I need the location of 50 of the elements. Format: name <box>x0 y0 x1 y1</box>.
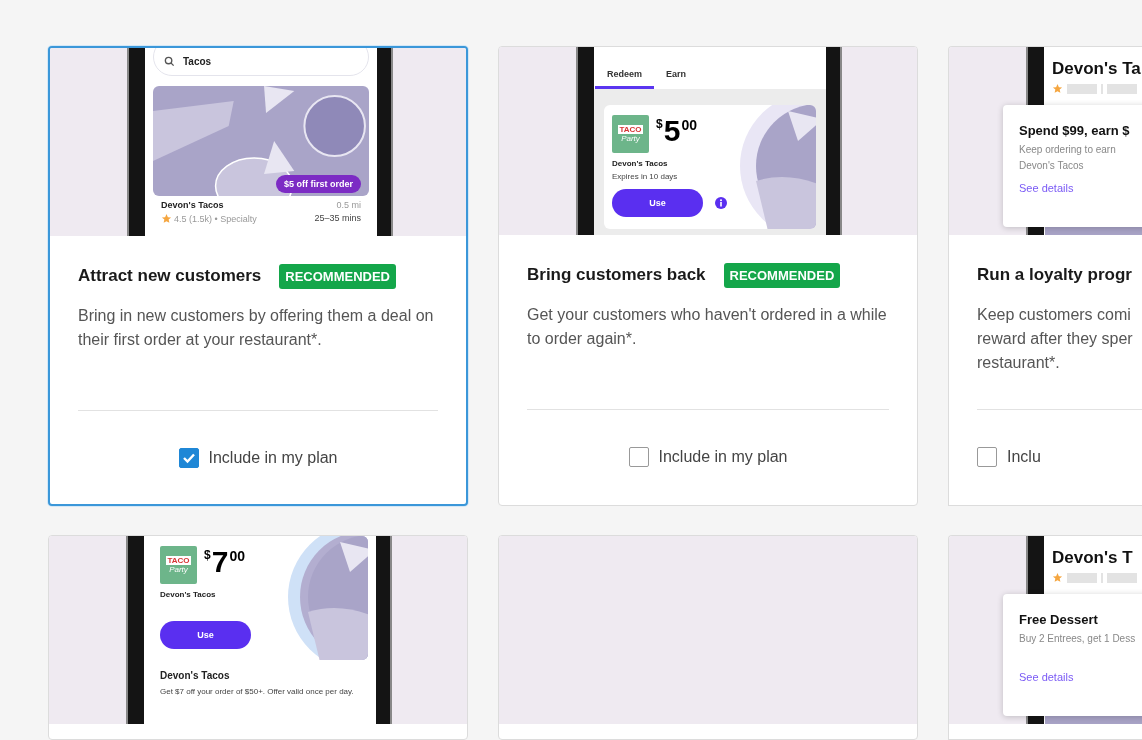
placeholder-bar <box>1107 572 1137 583</box>
card-title: Run a loyalty progr <box>977 265 1132 285</box>
checkbox[interactable] <box>178 448 199 468</box>
card-description: Keep customers comi reward after they sper restaurant*. <box>977 305 1134 373</box>
see-details-link[interactable]: See details <box>1019 182 1074 194</box>
app-tab[interactable]: Earn <box>654 69 699 89</box>
card-title: Bring customers back <box>527 265 706 285</box>
restaurant-name: Devon's Tacos <box>612 159 669 168</box>
card-description: Get your customers who haven't ordered in a while to order again*. <box>527 305 888 349</box>
restaurant-name: Devon's T <box>1051 547 1134 568</box>
star-icon <box>161 213 172 224</box>
card-title: Attract new customers <box>78 266 262 286</box>
checkbox-label: Include in my plan <box>208 449 338 467</box>
restaurant-name: Devon's Ta <box>1051 58 1142 79</box>
popup-text: Keep ordering to earn Devon's Tacos <box>1019 143 1117 173</box>
promo-badge: $5 off first order <box>276 175 361 193</box>
see-details-link[interactable]: See details <box>1019 671 1074 683</box>
plan-card[interactable]: Devon's Ta Spend $99, earn $ Keep ordering to earn Devon's Tacos See details Run a loyalty progr Keep customers comi reward after they sper restaurant*. Inclu <box>948 46 1142 506</box>
popup-title: Free Dessert <box>1019 612 1099 627</box>
star-icon <box>1052 83 1063 94</box>
recommended-badge: RECOMMENDED <box>723 262 841 288</box>
popup-text: Buy 2 Entrees, get 1 Dess <box>1019 632 1137 646</box>
offer-text: Get $7 off your order of $50+. Offer valid once per day. <box>160 686 355 698</box>
placeholder-bar <box>1107 83 1137 94</box>
search-icon <box>164 55 175 67</box>
check-icon <box>181 451 196 465</box>
popup-title: Spend $99, earn $ <box>1019 123 1131 138</box>
placeholder-bar <box>1067 83 1097 94</box>
use-button[interactable]: Use <box>160 621 251 649</box>
checkbox[interactable] <box>628 447 649 467</box>
recommended-badge: RECOMMENDED <box>279 263 396 289</box>
restaurant-logo: TACO Party <box>160 546 197 584</box>
info-icon <box>715 197 727 209</box>
restaurant-name: Devon's Tacos <box>160 590 217 599</box>
plan-card[interactable]: Devon's T Free Dessert Buy 2 Entrees, get 1 Dess See details <box>948 535 1142 740</box>
offer-title: Devon's Tacos <box>160 670 231 681</box>
checkbox[interactable] <box>977 447 997 467</box>
plan-card[interactable] <box>48 46 468 506</box>
card-description: Bring in new customers by offering them a deal on their first order at your restaurant*. <box>78 306 435 350</box>
delivery-time: 25–35 mins <box>314 213 361 223</box>
rating-text: 4.5 (1.5k) • Specialty <box>161 213 257 224</box>
distance-text: 0.5 mi <box>336 200 361 210</box>
checkbox-label: Inclu <box>1007 448 1041 466</box>
star-icon <box>1052 572 1063 583</box>
use-button[interactable]: Use <box>612 189 703 217</box>
restaurant-name: Devon's Tacos <box>161 200 225 210</box>
placeholder-bar <box>1067 572 1097 583</box>
expiry-text: Expires in 10 days <box>612 172 679 181</box>
restaurant-logo: TACO Party <box>612 115 649 153</box>
checkbox-label: Include in my plan <box>658 448 788 466</box>
